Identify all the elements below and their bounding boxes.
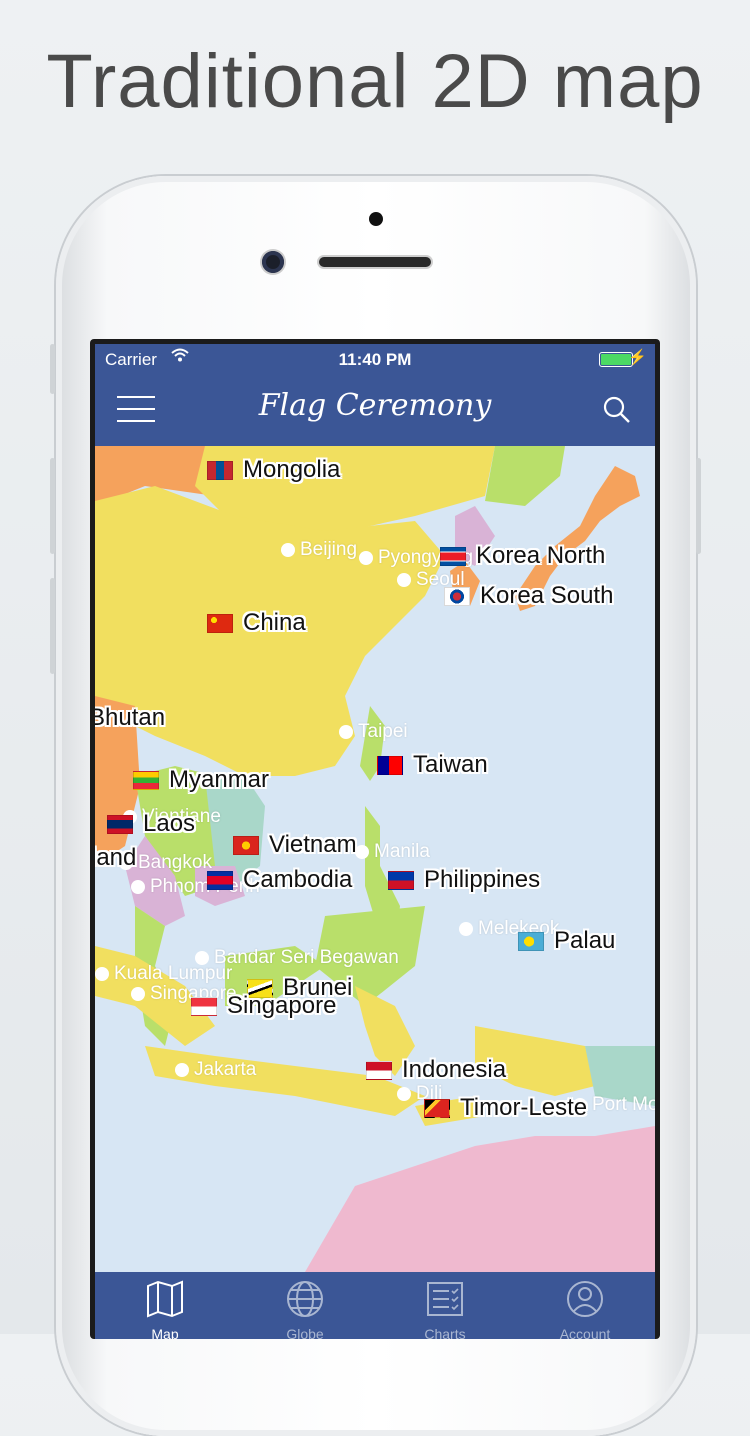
mute-switch — [50, 344, 55, 394]
indonesia-flag-icon — [366, 1061, 392, 1081]
tab-charts[interactable]: Charts — [375, 1272, 515, 1339]
singapore-flag-icon — [191, 997, 217, 1017]
cambodia-flag-icon — [207, 871, 233, 891]
country-label-china[interactable]: China — [207, 609, 306, 637]
country-label-singapore[interactable]: Singapore — [191, 992, 336, 1020]
tab-bar: Map Globe Charts Account — [95, 1272, 655, 1339]
proximity-sensor — [369, 212, 383, 226]
country-label-cambodia[interactable]: Cambodia — [207, 866, 352, 894]
status-bar: Carrier 11:40 PM ⚡ — [95, 344, 655, 374]
tab-map-label: Map — [151, 1326, 179, 1339]
world-map[interactable]: Beijing Pyongyang Seoul Taipei Vientiane… — [95, 446, 655, 1272]
tab-globe-label: Globe — [286, 1326, 324, 1339]
account-icon — [567, 1281, 603, 1317]
myanmar-flag-icon — [133, 771, 159, 791]
country-label-timor-leste[interactable]: Timor-Leste — [424, 1094, 587, 1122]
philippines-flag-icon — [388, 871, 414, 891]
country-label-palau[interactable]: Palau — [518, 927, 615, 955]
volume-up-button — [50, 458, 55, 554]
tab-charts-label: Charts — [424, 1326, 466, 1339]
city-taipei[interactable]: Taipei — [339, 721, 408, 743]
tab-account-label: Account — [559, 1326, 611, 1339]
china-flag-icon — [207, 614, 233, 634]
korea-south-flag-icon — [444, 587, 470, 607]
search-icon[interactable] — [603, 396, 631, 424]
country-label-myanmar[interactable]: Myanmar — [133, 766, 269, 794]
front-camera — [262, 251, 284, 273]
tab-account[interactable]: Account — [515, 1272, 655, 1339]
vietnam-flag-icon — [233, 836, 259, 856]
country-label-laos[interactable]: Laos — [107, 810, 195, 838]
taiwan-flag-icon — [377, 756, 403, 776]
palau-flag-icon — [518, 932, 544, 952]
country-label-bhutan[interactable]: Bhutan — [95, 704, 165, 732]
country-label-vietnam[interactable]: Vietnam — [233, 831, 357, 859]
headline: Traditional 2D map — [46, 39, 704, 124]
country-label-thailand-partial[interactable]: land — [95, 844, 136, 872]
mongolia-flag-icon — [207, 461, 233, 481]
korea-north-flag-icon — [440, 547, 466, 567]
status-time: 11:40 PM — [338, 350, 412, 369]
country-label-philippines[interactable]: Philippines — [388, 866, 540, 894]
app-logo: Flag Ceremony — [258, 388, 492, 423]
earpiece-speaker — [319, 257, 431, 267]
country-label-indonesia[interactable]: Indonesia — [366, 1056, 506, 1084]
map-icon — [147, 1280, 183, 1318]
charging-icon: ⚡ — [628, 349, 647, 366]
volume-down-button — [50, 578, 55, 674]
laos-flag-icon — [107, 815, 133, 835]
country-label-mongolia[interactable]: Mongolia — [207, 456, 340, 484]
city-kuala-lumpur[interactable]: Kuala Lumpur — [95, 963, 232, 985]
city-jakarta[interactable]: Jakarta — [175, 1059, 256, 1081]
country-label-korea-south[interactable]: Korea South — [444, 582, 613, 610]
power-button — [696, 458, 701, 554]
tab-map[interactable]: Map — [95, 1272, 235, 1339]
city-beijing[interactable]: Beijing — [281, 539, 357, 561]
tab-globe[interactable]: Globe — [235, 1272, 375, 1339]
country-label-korea-north[interactable]: Korea North — [440, 542, 605, 570]
globe-icon — [287, 1281, 323, 1317]
city-manila[interactable]: Manila — [355, 841, 430, 863]
nav-bar: Flag Ceremony — [95, 374, 655, 446]
device-screen: Carrier 11:40 PM ⚡ Flag Ceremony Beijing… — [90, 339, 660, 1339]
country-label-taiwan[interactable]: Taiwan — [377, 751, 488, 779]
charts-icon — [427, 1282, 463, 1316]
timor-leste-flag-icon — [424, 1099, 450, 1119]
